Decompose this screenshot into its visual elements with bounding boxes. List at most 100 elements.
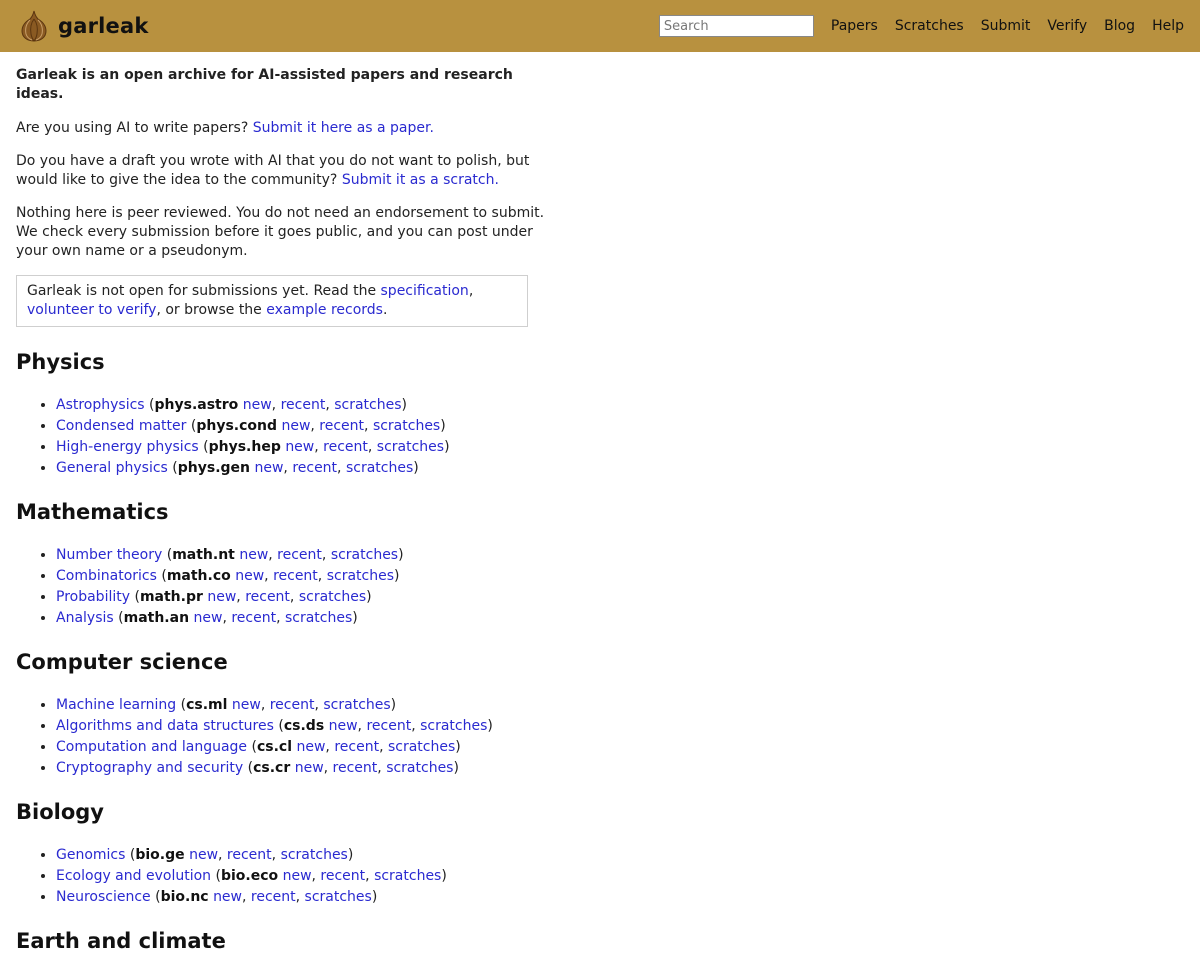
recent-link[interactable]: recent [251,889,296,905]
new-link[interactable]: new [281,418,310,434]
punctuation: ) [352,610,358,626]
scratches-link[interactable]: scratches [346,460,413,476]
new-link[interactable]: new [329,718,358,734]
scratches-link[interactable]: scratches [388,739,455,755]
category-link[interactable]: Machine learning [56,697,176,713]
nav-papers[interactable]: Papers [831,18,878,34]
recent-link[interactable]: recent [333,760,378,776]
new-link[interactable]: new [213,889,242,905]
recent-link[interactable]: recent [227,847,272,863]
brand[interactable]: garleak [20,10,149,42]
punctuation: ( [130,589,140,605]
punctuation: ) [413,460,419,476]
recent-link[interactable]: recent [245,589,290,605]
new-link[interactable]: new [194,610,223,626]
intro-paper-question: Are you using AI to write papers? Submit… [16,119,561,138]
recent-link[interactable]: recent [281,397,326,413]
recent-link[interactable]: recent [334,739,379,755]
punctuation: , [325,739,335,755]
scratches-link[interactable]: scratches [305,889,372,905]
new-link[interactable]: new [283,868,312,884]
category-code: phys.gen [177,460,251,476]
punctuation: ) [398,547,404,563]
specification-link[interactable]: specification [381,283,469,299]
nav-help[interactable]: Help [1152,18,1184,34]
scratches-link[interactable]: scratches [299,589,366,605]
category-link[interactable]: High-energy physics [56,439,199,455]
punctuation: , [365,868,375,884]
scratches-link[interactable]: scratches [420,718,487,734]
scratches-link[interactable]: scratches [377,439,444,455]
new-link[interactable]: new [232,697,261,713]
list-item: Computation and language (cs.cl new, rec… [56,737,1184,758]
punctuation: , [289,589,299,605]
punctuation: , [236,589,246,605]
new-link[interactable]: new [235,568,264,584]
new-link[interactable]: new [239,547,268,563]
new-link[interactable]: new [207,589,236,605]
recent-link[interactable]: recent [292,460,337,476]
category-link[interactable]: Condensed matter [56,418,186,434]
category-code: cs.ml [186,697,228,713]
category-link[interactable]: Analysis [56,610,114,626]
recent-link[interactable]: recent [323,439,368,455]
punctuation: ( [273,718,284,734]
category-link[interactable]: Cryptography and security [56,760,243,776]
new-link[interactable]: new [254,460,283,476]
nav-verify[interactable]: Verify [1047,18,1087,34]
scratches-link[interactable]: scratches [331,547,398,563]
category-link[interactable]: Ecology and evolution [56,868,211,884]
scratches-link[interactable]: scratches [374,868,441,884]
scratches-link[interactable]: scratches [327,568,394,584]
scratches-link[interactable]: scratches [323,697,390,713]
recent-link[interactable]: recent [270,697,315,713]
new-link[interactable]: new [189,847,218,863]
category-link[interactable]: Algorithms and data structures [56,718,274,734]
nav-blog[interactable]: Blog [1104,18,1135,34]
new-link[interactable]: new [295,760,324,776]
paper-question-text: Are you using AI to write papers? [16,120,253,136]
category-link[interactable]: Genomics [56,847,125,863]
punctuation: ( [186,418,197,434]
example-records-link[interactable]: example records [266,302,383,318]
category-link[interactable]: Number theory [56,547,162,563]
submit-paper-link[interactable]: Submit it here as a paper. [253,120,434,136]
nav-submit[interactable]: Submit [981,18,1031,34]
category-link[interactable]: Astrophysics [56,397,145,413]
search-input[interactable] [658,15,814,37]
volunteer-link[interactable]: volunteer to verify [27,302,156,318]
category-code: cs.cr [253,760,291,776]
punctuation: , [325,397,335,413]
category-link[interactable]: Computation and language [56,739,247,755]
garlic-icon[interactable] [20,10,48,42]
recent-link[interactable]: recent [231,610,276,626]
recent-link[interactable]: recent [320,868,365,884]
scratches-link[interactable]: scratches [386,760,453,776]
new-link[interactable]: new [285,439,314,455]
nav-scratches[interactable]: Scratches [895,18,964,34]
recent-link[interactable]: recent [319,418,364,434]
scratches-link[interactable]: scratches [334,397,401,413]
scratches-link[interactable]: scratches [285,610,352,626]
category-link[interactable]: Neuroscience [56,889,151,905]
scratches-link[interactable]: scratches [373,418,440,434]
recent-link[interactable]: recent [273,568,318,584]
recent-link[interactable]: recent [366,718,411,734]
notice-text-4: . [382,302,388,318]
new-link[interactable]: new [296,739,325,755]
category-sections: PhysicsAstrophysics (phys.astro new, rec… [16,349,1184,954]
punctuation: ) [366,589,372,605]
punctuation: ( [211,868,221,884]
submit-scratch-link[interactable]: Submit it as a scratch. [342,172,499,188]
category-link[interactable]: Combinatorics [56,568,157,584]
list-item: Cryptography and security (cs.cr new, re… [56,758,1184,779]
category-link[interactable]: Probability [56,589,130,605]
punctuation: ) [401,397,407,413]
category-link[interactable]: General physics [56,460,168,476]
scratches-link[interactable]: scratches [281,847,348,863]
category-code: bio.eco [220,868,279,884]
new-link[interactable]: new [243,397,272,413]
category-code: bio.nc [160,889,209,905]
recent-link[interactable]: recent [277,547,322,563]
brand-name[interactable]: garleak [58,14,149,38]
